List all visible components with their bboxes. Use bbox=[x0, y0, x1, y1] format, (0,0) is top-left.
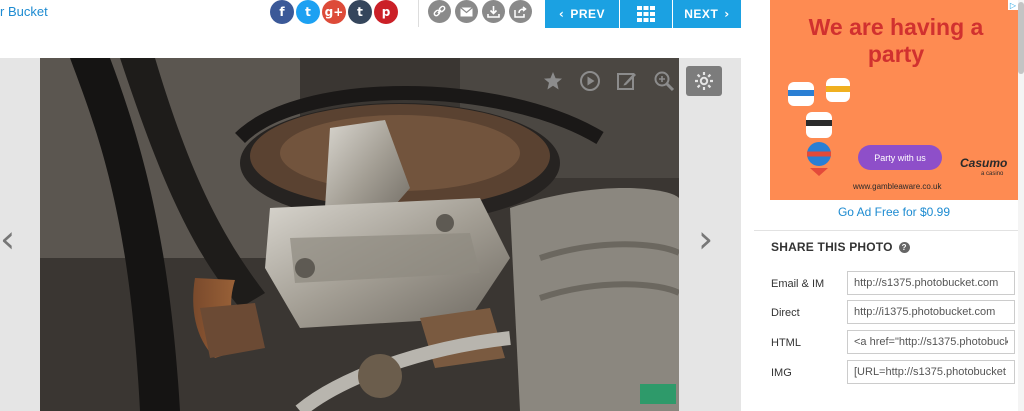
share-row-email: Email & IM bbox=[771, 271, 1024, 297]
grid-view-button[interactable] bbox=[620, 0, 672, 28]
page-scrollbar[interactable] bbox=[1018, 0, 1024, 411]
share-section-title: SHARE THIS PHOTO? bbox=[771, 240, 910, 254]
share-row-html: HTML bbox=[771, 330, 1024, 356]
play-icon[interactable] bbox=[575, 66, 605, 96]
scrollbar-thumb[interactable] bbox=[1018, 2, 1024, 74]
grid-icon bbox=[637, 6, 655, 22]
facebook-icon[interactable]: f bbox=[270, 0, 294, 24]
toolbar-divider bbox=[418, 0, 419, 27]
ad-info-icon[interactable]: ▷ bbox=[1008, 0, 1018, 10]
ad-brand-tagline: a casino bbox=[981, 171, 1004, 177]
google-plus-icon[interactable]: g+ bbox=[322, 0, 346, 24]
share-row-img: IMG bbox=[771, 360, 1024, 386]
share-label: Email & IM bbox=[771, 278, 825, 290]
photo-tools bbox=[538, 66, 722, 96]
ad-mascots-image bbox=[788, 78, 850, 176]
zoom-icon[interactable] bbox=[649, 66, 679, 96]
share-title-text: SHARE THIS PHOTO bbox=[771, 240, 893, 254]
ad-cta-button[interactable]: Party with us bbox=[858, 145, 942, 170]
ad-free-link[interactable]: Go Ad Free for $0.99 bbox=[770, 205, 1018, 219]
ad-url: www.gambleaware.co.uk bbox=[853, 182, 942, 191]
prev-label: PREV bbox=[570, 7, 606, 21]
prev-photo-arrow[interactable]: ‹ bbox=[0, 220, 15, 258]
ad-brand-logo: Casumo bbox=[960, 156, 1008, 170]
next-photo-arrow[interactable]: › bbox=[698, 220, 713, 258]
social-share-bar: f t g+ t p bbox=[270, 0, 398, 24]
photo-navigation: ‹ PREV NEXT › bbox=[545, 0, 741, 28]
link-icon[interactable] bbox=[428, 0, 451, 23]
breadcrumb[interactable]: r Bucket bbox=[0, 4, 48, 19]
share-html-field[interactable] bbox=[847, 330, 1015, 354]
share-icon[interactable] bbox=[509, 0, 532, 23]
share-row-direct: Direct bbox=[771, 300, 1024, 326]
download-icon[interactable] bbox=[482, 0, 505, 23]
share-label: Direct bbox=[771, 307, 800, 319]
right-divider bbox=[754, 230, 1018, 231]
share-label: HTML bbox=[771, 337, 801, 349]
action-bar bbox=[428, 0, 532, 23]
pinterest-icon[interactable]: p bbox=[374, 0, 398, 24]
email-icon[interactable] bbox=[455, 0, 478, 23]
next-label: NEXT bbox=[684, 7, 719, 21]
chevron-right-icon: › bbox=[724, 7, 730, 21]
main-photo[interactable] bbox=[40, 58, 679, 411]
tumblr-icon[interactable]: t bbox=[348, 0, 372, 24]
star-icon[interactable] bbox=[538, 66, 568, 96]
twitter-icon[interactable]: t bbox=[296, 0, 320, 24]
engine-photo-image bbox=[40, 58, 679, 411]
help-icon[interactable]: ? bbox=[898, 242, 910, 253]
edit-icon[interactable] bbox=[612, 66, 642, 96]
advertisement[interactable]: ▷ We are having a party Party with us Ca… bbox=[770, 0, 1018, 200]
gear-icon[interactable] bbox=[686, 66, 722, 96]
next-button[interactable]: NEXT › bbox=[673, 0, 741, 28]
prev-button[interactable]: ‹ PREV bbox=[545, 0, 619, 28]
share-email-field[interactable] bbox=[847, 271, 1015, 295]
ad-headline: We are having a party bbox=[808, 14, 984, 67]
chevron-left-icon: ‹ bbox=[558, 7, 565, 21]
share-direct-field[interactable] bbox=[847, 300, 1015, 324]
share-img-field[interactable] bbox=[847, 360, 1015, 384]
share-label: IMG bbox=[771, 367, 792, 379]
